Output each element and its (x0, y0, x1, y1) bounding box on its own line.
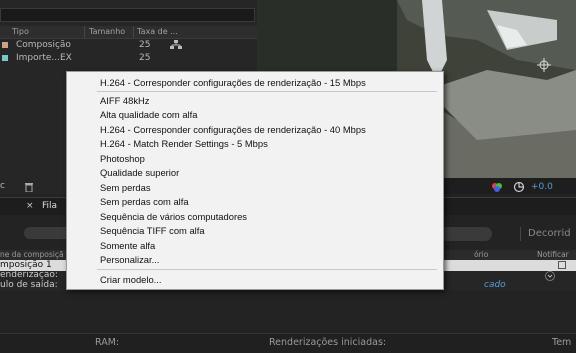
menu-item-h264-15mbps[interactable]: H.264 - Corresponder configurações de re… (100, 77, 366, 88)
column-size[interactable]: Tamanho (89, 27, 125, 36)
menu-item-custom[interactable]: Personalizar... (100, 254, 159, 265)
tab-render-queue[interactable]: Fila (42, 201, 57, 211)
column-type[interactable]: Tipo (12, 27, 29, 36)
bit-depth-label[interactable]: c (0, 181, 5, 191)
menu-item-multi-machine-sequence[interactable]: Sequência de vários computadores (100, 211, 247, 222)
exposure-reset-icon[interactable] (513, 181, 525, 193)
menu-item-best-quality[interactable]: Qualidade superior (100, 167, 179, 178)
chevron-down-icon[interactable] (545, 271, 555, 281)
project-search-input[interactable] (0, 8, 255, 22)
project-item-import[interactable]: Importe...EX 25 (0, 52, 257, 64)
menu-item-aiff-48khz[interactable]: AIFF 48kHz (100, 95, 150, 106)
notify-checkbox[interactable] (558, 261, 566, 269)
elapsed-time-label: Decorrid (528, 228, 571, 239)
label-color-swatch (2, 55, 8, 61)
output-module-template-menu: H.264 - Corresponder configurações de re… (66, 71, 444, 290)
pause-button[interactable] (440, 227, 492, 241)
column-frame-rate[interactable]: Taxa de ... (137, 27, 178, 36)
output-file-link[interactable]: cado (484, 280, 506, 290)
close-icon[interactable]: × (26, 201, 34, 211)
color-channels-icon[interactable] (491, 181, 503, 193)
render-status-bar: RAM: Renderizações iniciadas: Tem (0, 333, 576, 353)
menu-item-h264-40mbps[interactable]: H.264 - Corresponder configurações de re… (100, 124, 366, 135)
trash-icon[interactable] (24, 182, 34, 192)
anchor-point-icon[interactable] (537, 58, 551, 72)
label-color-swatch (2, 42, 8, 48)
exposure-value[interactable]: +0.0 (531, 182, 553, 192)
menu-item-make-template[interactable]: Criar modelo... (100, 274, 161, 285)
project-item-composition[interactable]: Composição 25 (0, 39, 257, 51)
menu-item-h264-5mbps[interactable]: H.264 - Match Render Settings - 5 Mbps (100, 138, 268, 149)
menu-item-lossless-alpha[interactable]: Sem perdas com alfa (100, 196, 189, 207)
menu-item-tiff-sequence-alpha[interactable]: Sequência TIFF com alfa (100, 225, 205, 236)
project-column-header: Tipo Tamanho Taxa de ... (0, 26, 257, 39)
menu-item-alpha-only[interactable]: Somente alfa (100, 240, 155, 251)
menu-item-high-quality-alpha[interactable]: Alta qualidade com alfa (100, 109, 197, 120)
flowchart-icon[interactable] (170, 40, 182, 50)
menu-item-lossless[interactable]: Sem perdas (100, 182, 151, 193)
menu-item-photoshop[interactable]: Photoshop (100, 153, 145, 164)
